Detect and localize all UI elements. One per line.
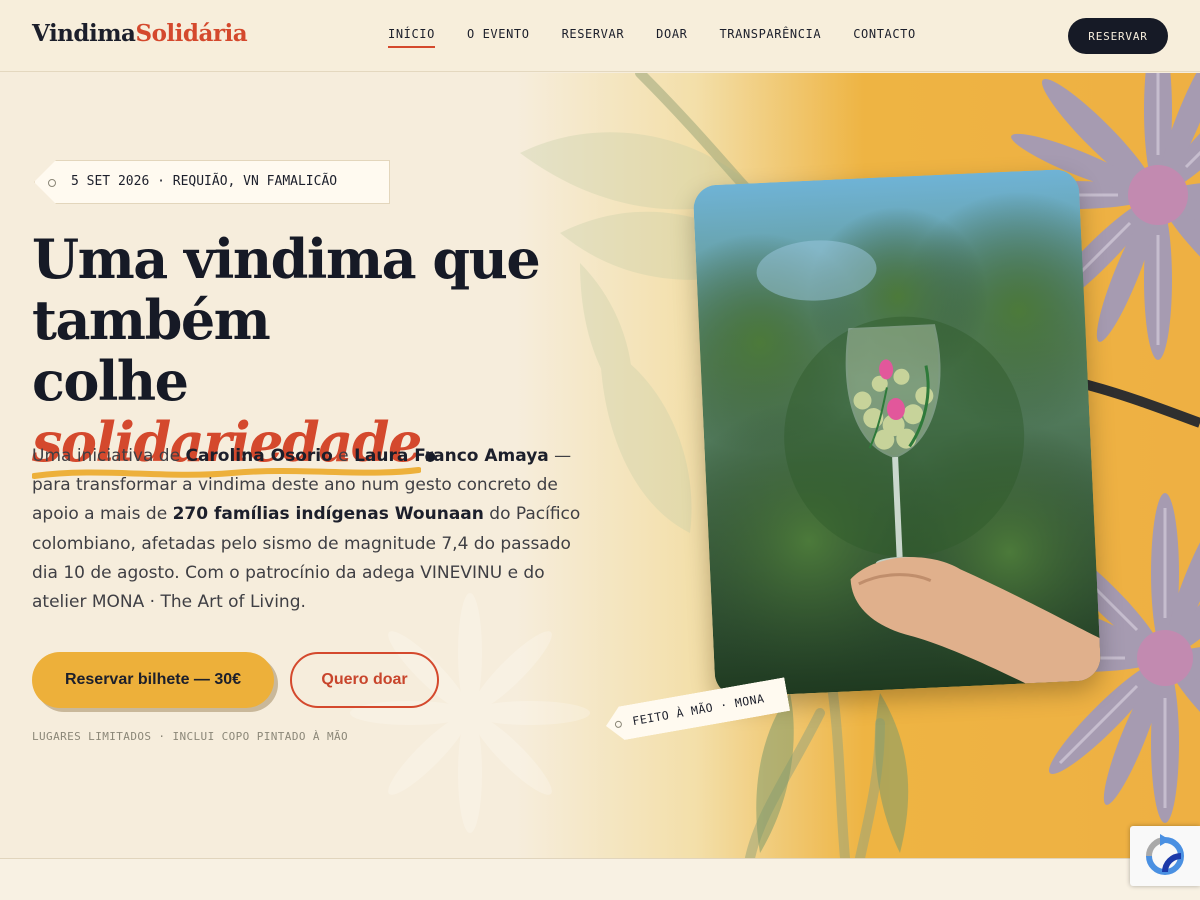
nav-item-transparencia[interactable]: TRANSPARÊNCIA (719, 27, 821, 46)
intro-text-2: e (332, 446, 355, 466)
logo-text-accent: Solidária (135, 20, 248, 47)
availability-note: LUGARES LIMITADOS · INCLUI COPO PINTADO … (32, 730, 349, 743)
nav-item-doar[interactable]: DOAR (656, 27, 687, 46)
tag-hole-icon (48, 179, 56, 187)
intro-name-1: Carolina Osorio (185, 446, 333, 466)
next-section-strip (0, 858, 1200, 900)
hero-section: 5 SET 2026 · REQUIÃO, VN FAMALICÃO Uma v… (0, 73, 1200, 858)
intro-name-2: Laura Franco Amaya (354, 446, 549, 466)
reserve-ticket-button[interactable]: Reservar bilhete — 30€ (32, 652, 274, 708)
intro-text-1: Uma iniciativa de (32, 446, 186, 466)
event-date-location: 5 SET 2026 · REQUIÃO, VN FAMALICÃO (71, 174, 338, 189)
logo-text-primary: Vindima (32, 20, 136, 47)
recaptcha-badge[interactable] (1130, 826, 1200, 886)
intro-highlight: 270 famílias indígenas Wounaan (172, 504, 484, 525)
tag-hole-icon (614, 720, 622, 728)
site-logo[interactable]: VindimaSolidária (32, 20, 248, 47)
wine-glass-photo (692, 168, 1102, 698)
site-header: VindimaSolidária INÍCIO O EVENTO RESERVA… (0, 0, 1200, 72)
recaptcha-icon (1146, 834, 1184, 875)
nav-item-o-evento[interactable]: O EVENTO (467, 27, 530, 46)
headline-line-2: também (32, 288, 271, 352)
main-nav: INÍCIO O EVENTO RESERVAR DOAR TRANSPARÊN… (388, 27, 916, 48)
hero-intro-paragraph: Uma iniciativa de Carolina Osorio e Laur… (32, 442, 582, 617)
hero-headline: Uma vindima que também colhe solidarieda… (32, 227, 592, 479)
header-reserve-button[interactable]: RESERVAR (1068, 18, 1168, 54)
hero-photo-painted-wine-glass (692, 168, 1102, 698)
headline-line-1: Uma vindima que (32, 227, 541, 291)
headline-line-3: colhe (32, 349, 189, 413)
nav-item-contacto[interactable]: CONTACTO (853, 27, 916, 46)
donate-button[interactable]: Quero doar (290, 652, 439, 708)
nav-item-reservar[interactable]: RESERVAR (562, 27, 625, 46)
nav-item-inicio[interactable]: INÍCIO (388, 27, 435, 48)
event-date-tag: 5 SET 2026 · REQUIÃO, VN FAMALICÃO (34, 160, 390, 204)
